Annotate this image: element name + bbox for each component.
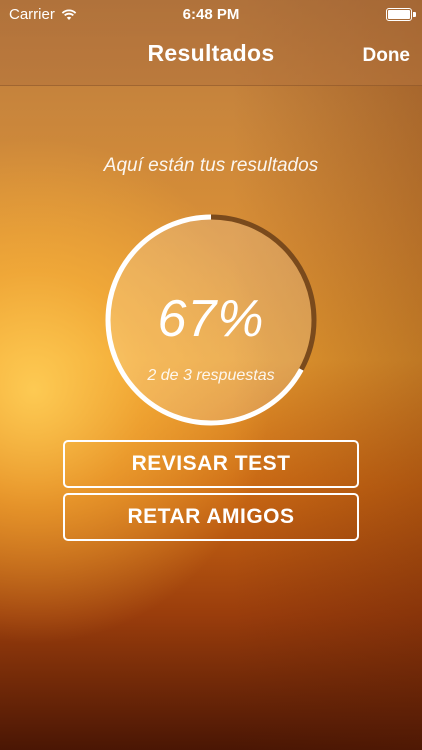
review-test-button[interactable]: REVISAR TEST — [63, 440, 359, 488]
battery-tip — [413, 12, 416, 17]
battery-icon — [386, 8, 412, 21]
score-percent: 67% — [157, 290, 265, 348]
score-ring: 67% 2 de 3 respuestas — [104, 213, 318, 427]
page-title: Resultados — [147, 40, 275, 66]
results-subtitle: Aquí están tus resultados — [103, 155, 319, 176]
challenge-friends-button[interactable]: RETAR AMIGOS — [63, 493, 359, 541]
status-time: 6:48 PM — [182, 6, 240, 23]
status-bar: Carrier 6:48 PM — [0, 0, 422, 30]
done-button[interactable]: Done — [363, 45, 411, 67]
answers-count: 2 de 3 respuestas — [147, 367, 275, 384]
